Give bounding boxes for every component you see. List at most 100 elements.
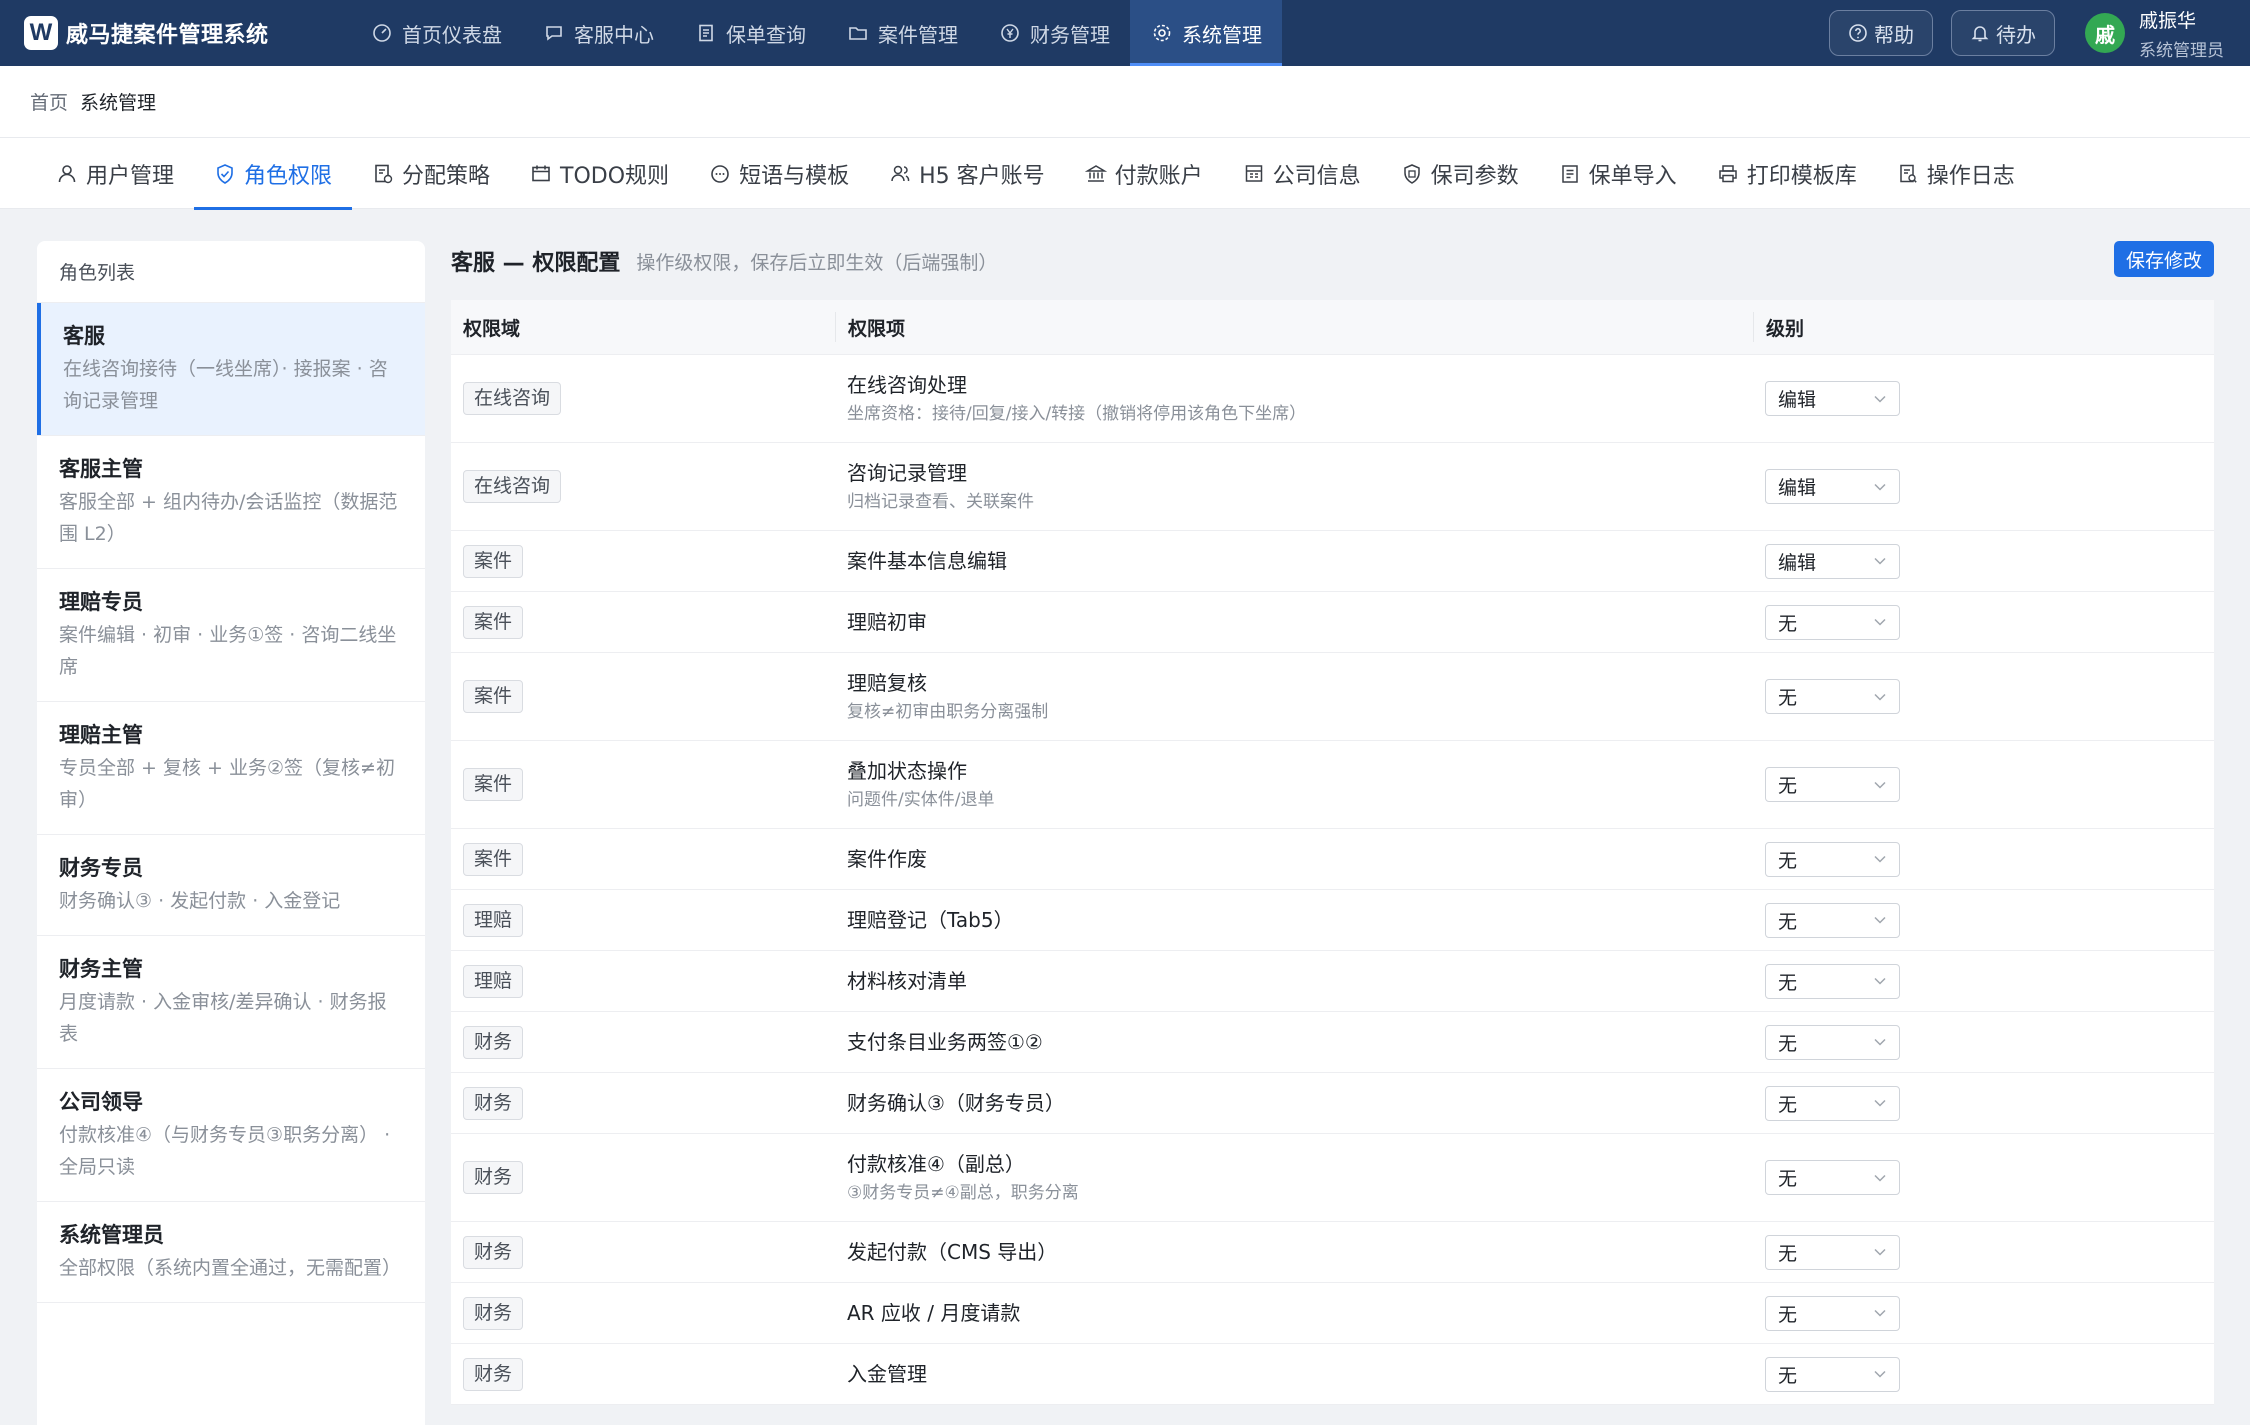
breadcrumb-home[interactable]: 首页	[30, 88, 68, 115]
table-header: 权限域 权限项 级别	[451, 300, 2214, 355]
item-cell: 咨询记录管理 归档记录查看、关联案件	[835, 459, 1753, 514]
brand[interactable]: W 威马捷案件管理系统	[24, 16, 324, 50]
level-select[interactable]: 无	[1765, 1295, 1900, 1331]
breadcrumb-current: 系统管理	[80, 92, 157, 114]
avatar: 戚	[2085, 13, 2125, 53]
role-item-system-admin[interactable]: 系统管理员 全部权限（系统内置全通过，无需配置）	[37, 1202, 425, 1303]
role-item-claims-supervisor[interactable]: 理赔主管 专员全部 + 复核 + 业务②签（复核≠初审）	[37, 702, 425, 835]
chevron-down-icon	[1873, 1245, 1887, 1259]
permission-name: 理赔初审	[847, 610, 927, 634]
level-select[interactable]: 无	[1765, 767, 1900, 802]
level-select[interactable]: 编辑	[1765, 381, 1900, 416]
chevron-down-icon	[1873, 778, 1887, 792]
item-cell: 案件基本信息编辑	[835, 547, 1753, 575]
message-icon	[709, 163, 731, 185]
level-select[interactable]: 编辑	[1765, 543, 1900, 579]
user-menu[interactable]: 戚 戚振华 系统管理员	[2085, 6, 2224, 61]
table-row: 案件 案件基本信息编辑 编辑	[451, 531, 2214, 592]
level-cell: 无	[1753, 1085, 2213, 1121]
item-cell: 理赔初审	[835, 608, 1753, 636]
level-select[interactable]: 无	[1765, 1356, 1900, 1392]
tab-label: 付款账户	[1114, 163, 1203, 189]
level-select[interactable]: 无	[1765, 963, 1900, 999]
tab-role-permission[interactable]: 角色权限	[194, 138, 353, 210]
permission-table: 权限域 权限项 级别 在线咨询 在线咨询处理 坐席资格：接待/回复/接入/转接（撤销…	[451, 300, 2214, 1405]
tab-phrases-templates[interactable]: 短语与模板	[689, 138, 869, 209]
tab-policy-import[interactable]: 保单导入	[1539, 138, 1697, 209]
level-value: 无	[1778, 1168, 1798, 1190]
table-row: 案件 理赔复核 复核≠初审由职务分离强制 无	[451, 653, 2214, 741]
domain-tag: 在线咨询	[463, 470, 562, 503]
table-body: 在线咨询 在线咨询处理 坐席资格：接待/回复/接入/转接（撤销将停用该角色下坐席） 编…	[451, 355, 2214, 1405]
level-select[interactable]: 无	[1765, 679, 1900, 714]
tab-company-info[interactable]: 公司信息	[1223, 138, 1381, 209]
level-select[interactable]: 无	[1765, 841, 1900, 877]
role-name: 客服主管	[59, 457, 143, 481]
permission-name: 入金管理	[847, 1362, 927, 1386]
level-select[interactable]: 无	[1765, 1160, 1900, 1195]
table-row: 在线咨询 咨询记录管理 归档记录查看、关联案件 编辑	[451, 443, 2214, 531]
level-select[interactable]: 无	[1765, 1234, 1900, 1270]
domain-cell: 财务	[451, 1086, 835, 1120]
help-button[interactable]: 帮助	[1829, 10, 1933, 56]
permission-name: 案件基本信息编辑	[847, 549, 1007, 573]
tab-label: 短语与模板	[739, 163, 850, 189]
chevron-down-icon	[1873, 913, 1887, 927]
todo-button[interactable]: 待办	[1951, 10, 2055, 56]
tab-label: 操作日志	[1926, 163, 2015, 189]
tab-assign-strategy[interactable]: 分配策略	[352, 138, 510, 209]
tab-print-templates[interactable]: 打印模板库	[1697, 138, 1877, 209]
tab-todo-rules[interactable]: TODO规则	[510, 138, 689, 209]
nav-item-finance[interactable]: 财务管理	[978, 0, 1130, 66]
permission-name: 材料核对清单	[847, 969, 967, 993]
dashboard-icon	[370, 21, 394, 45]
item-cell: 支付条目业务两签①②	[835, 1028, 1753, 1056]
save-button[interactable]: 保存修改	[2113, 241, 2214, 277]
nav-item-service[interactable]: 客服中心	[522, 0, 674, 66]
table-row: 案件 叠加状态操作 问题件/实体件/退单 无	[451, 741, 2214, 829]
tab-user-management[interactable]: 用户管理	[36, 138, 194, 209]
nav-item-dashboard[interactable]: 首页仪表盘	[350, 0, 522, 66]
chevron-down-icon	[1873, 852, 1887, 866]
tab-label: H5 客户账号	[919, 163, 1045, 189]
permission-note: 问题件/实体件/退单	[847, 790, 995, 810]
level-value: 无	[1778, 775, 1798, 797]
nav-item-policy[interactable]: 保单查询	[674, 0, 826, 66]
role-desc: 财务确认③ · 发起付款 · 入金登记	[59, 890, 341, 912]
domain-tag: 案件	[463, 605, 524, 639]
item-cell: 付款核准④（副总） ③财务专员≠④副总，职务分离	[835, 1150, 1753, 1205]
tab-insurer-params[interactable]: 保司参数	[1381, 138, 1539, 209]
tab-operation-log[interactable]: 操作日志	[1877, 138, 2035, 209]
role-item-finance-specialist[interactable]: 财务专员 财务确认③ · 发起付款 · 入金登记	[37, 835, 425, 936]
role-item-company-leader[interactable]: 公司领导 付款核准④（与财务专员③职务分离） · 全局只读	[37, 1069, 425, 1202]
chevron-down-icon	[1873, 1367, 1887, 1381]
level-select[interactable]: 无	[1765, 1085, 1900, 1121]
level-cell: 无	[1753, 1160, 2213, 1195]
level-select[interactable]: 无	[1765, 604, 1900, 640]
table-row: 财务 付款核准④（副总） ③财务专员≠④副总，职务分离 无	[451, 1134, 2214, 1222]
level-value: 无	[1778, 849, 1798, 872]
level-select[interactable]: 编辑	[1765, 469, 1900, 504]
table-row: 理赔 理赔登记（Tab5） 无	[451, 890, 2214, 951]
item-cell: 案件作废	[835, 845, 1753, 873]
role-item-finance-supervisor[interactable]: 财务主管 月度请款 · 入金审核/差异确认 · 财务报表	[37, 936, 425, 1069]
tab-h5-accounts[interactable]: H5 客户账号	[869, 138, 1065, 209]
nav-item-cases[interactable]: 案件管理	[826, 0, 978, 66]
tab-label: 保单导入	[1588, 163, 1677, 189]
role-item-customer-service[interactable]: 客服 在线咨询接待（一线坐席）· 接报案 · 咨询记录管理	[37, 303, 425, 436]
permission-name: AR 应收 / 月度请款	[847, 1301, 1021, 1325]
assign-icon	[372, 163, 394, 185]
tab-payment-accounts[interactable]: 付款账户	[1065, 138, 1223, 209]
role-item-cs-supervisor[interactable]: 客服主管 客服全部 + 组内待办/会话监控（数据范围 L2）	[37, 436, 425, 569]
level-select[interactable]: 无	[1765, 1024, 1900, 1060]
item-cell: AR 应收 / 月度请款	[835, 1299, 1753, 1327]
level-cell: 无	[1753, 1356, 2213, 1392]
user-icon	[56, 163, 78, 185]
level-select[interactable]: 无	[1765, 902, 1900, 938]
building-icon	[1243, 163, 1265, 185]
role-item-claims-specialist[interactable]: 理赔专员 案件编辑 · 初审 · 业务①签 · 咨询二线坐席	[37, 569, 425, 702]
domain-tag: 案件	[463, 680, 524, 713]
nav-item-system[interactable]: 系统管理	[1130, 0, 1282, 66]
column-header-item: 权限项	[835, 312, 1753, 342]
printer-icon	[1717, 163, 1739, 185]
